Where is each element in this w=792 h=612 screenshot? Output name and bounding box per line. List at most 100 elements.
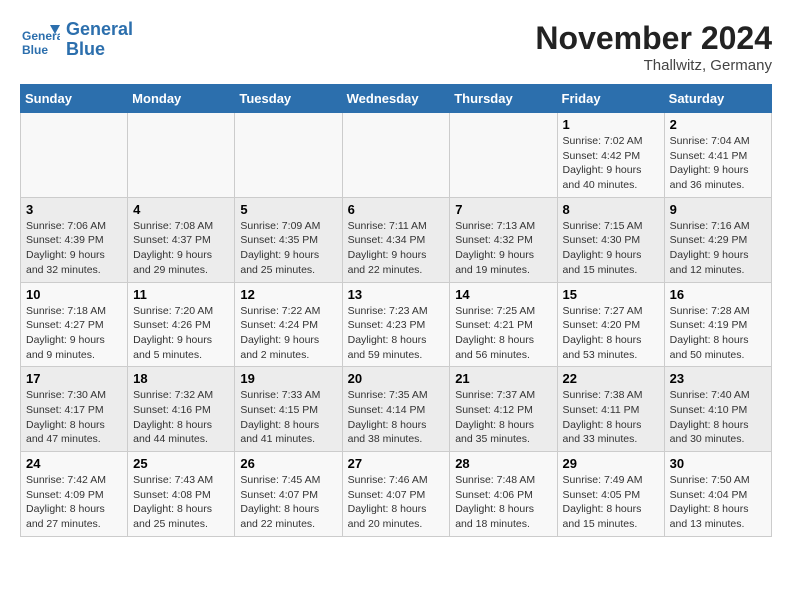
day-number: 11	[133, 287, 229, 302]
month-title: November 2024	[535, 20, 772, 57]
day-info: Sunrise: 7:02 AM Sunset: 4:42 PM Dayligh…	[563, 134, 659, 193]
weekday-header-row: SundayMondayTuesdayWednesdayThursdayFrid…	[21, 85, 772, 113]
calendar-cell-4-1: 25Sunrise: 7:43 AM Sunset: 4:08 PM Dayli…	[128, 452, 235, 537]
calendar-cell-3-6: 23Sunrise: 7:40 AM Sunset: 4:10 PM Dayli…	[664, 367, 771, 452]
day-info: Sunrise: 7:06 AM Sunset: 4:39 PM Dayligh…	[26, 219, 122, 278]
weekday-header-tuesday: Tuesday	[235, 85, 342, 113]
calendar-cell-2-3: 13 Sunrise: 7:23 AM Sunset: 4:23 PM Dayli…	[342, 282, 450, 367]
day-info: Sunrise: 7:37 AM Sunset: 4:12 PM Dayligh…	[455, 388, 551, 447]
day-info: Sunrise: 7:04 AM Sunset: 4:41 PM Dayligh…	[670, 134, 766, 193]
logo-icon: General Blue	[20, 20, 60, 60]
day-info: Sunrise: 7:18 AM Sunset: 4:27 PM Dayligh…	[26, 304, 122, 363]
week-row-1: 3 Sunrise: 7:06 AM Sunset: 4:39 PM Daylig…	[21, 197, 772, 282]
calendar-cell-2-6: 16Sunrise: 7:28 AM Sunset: 4:19 PM Dayli…	[664, 282, 771, 367]
calendar-cell-4-5: 29Sunrise: 7:49 AM Sunset: 4:05 PM Dayli…	[557, 452, 664, 537]
day-number: 28	[455, 456, 551, 471]
calendar-cell-2-1: 11 Sunrise: 7:20 AM Sunset: 4:26 PM Dayli…	[128, 282, 235, 367]
calendar-cell-0-2	[235, 113, 342, 198]
day-info: Sunrise: 7:27 AM Sunset: 4:20 PM Dayligh…	[563, 304, 659, 363]
day-info: Sunrise: 7:32 AM Sunset: 4:16 PM Dayligh…	[133, 388, 229, 447]
day-info: Sunrise: 7:22 AM Sunset: 4:24 PM Dayligh…	[240, 304, 336, 363]
day-number: 17	[26, 371, 122, 386]
day-info: Sunrise: 7:08 AM Sunset: 4:37 PM Dayligh…	[133, 219, 229, 278]
calendar-cell-0-3	[342, 113, 450, 198]
day-number: 3	[26, 202, 122, 217]
weekday-header-monday: Monday	[128, 85, 235, 113]
week-row-3: 17 Sunrise: 7:30 AM Sunset: 4:17 PM Dayli…	[21, 367, 772, 452]
svg-text:Blue: Blue	[22, 43, 48, 57]
day-info: Sunrise: 7:49 AM Sunset: 4:05 PM Dayligh…	[563, 473, 659, 532]
day-number: 15	[563, 287, 659, 302]
calendar-cell-2-2: 12 Sunrise: 7:22 AM Sunset: 4:24 PM Dayli…	[235, 282, 342, 367]
logo: General Blue General Blue	[20, 20, 133, 60]
day-number: 12	[240, 287, 336, 302]
calendar-cell-3-0: 17 Sunrise: 7:30 AM Sunset: 4:17 PM Dayli…	[21, 367, 128, 452]
calendar-cell-2-0: 10Sunrise: 7:18 AM Sunset: 4:27 PM Dayli…	[21, 282, 128, 367]
calendar-cell-1-0: 3 Sunrise: 7:06 AM Sunset: 4:39 PM Daylig…	[21, 197, 128, 282]
calendar-cell-1-1: 4 Sunrise: 7:08 AM Sunset: 4:37 PM Daylig…	[128, 197, 235, 282]
calendar-cell-1-6: 9 Sunrise: 7:16 AM Sunset: 4:29 PM Daylig…	[664, 197, 771, 282]
weekday-header-saturday: Saturday	[664, 85, 771, 113]
day-number: 5	[240, 202, 336, 217]
day-info: Sunrise: 7:20 AM Sunset: 4:26 PM Dayligh…	[133, 304, 229, 363]
day-number: 13	[348, 287, 445, 302]
calendar-cell-0-0	[21, 113, 128, 198]
day-number: 7	[455, 202, 551, 217]
day-info: Sunrise: 7:38 AM Sunset: 4:11 PM Dayligh…	[563, 388, 659, 447]
day-info: Sunrise: 7:35 AM Sunset: 4:14 PM Dayligh…	[348, 388, 445, 447]
calendar-cell-1-4: 7 Sunrise: 7:13 AM Sunset: 4:32 PM Daylig…	[450, 197, 557, 282]
calendar-cell-3-5: 22 Sunrise: 7:38 AM Sunset: 4:11 PM Dayli…	[557, 367, 664, 452]
calendar-cell-0-1	[128, 113, 235, 198]
day-info: Sunrise: 7:30 AM Sunset: 4:17 PM Dayligh…	[26, 388, 122, 447]
day-number: 1	[563, 117, 659, 132]
calendar-cell-4-6: 30Sunrise: 7:50 AM Sunset: 4:04 PM Dayli…	[664, 452, 771, 537]
calendar-cell-1-3: 6 Sunrise: 7:11 AM Sunset: 4:34 PM Daylig…	[342, 197, 450, 282]
day-info: Sunrise: 7:40 AM Sunset: 4:10 PM Dayligh…	[670, 388, 766, 447]
day-info: Sunrise: 7:16 AM Sunset: 4:29 PM Dayligh…	[670, 219, 766, 278]
day-number: 8	[563, 202, 659, 217]
day-number: 6	[348, 202, 445, 217]
calendar-cell-3-4: 21 Sunrise: 7:37 AM Sunset: 4:12 PM Dayli…	[450, 367, 557, 452]
day-number: 20	[348, 371, 445, 386]
day-number: 19	[240, 371, 336, 386]
week-row-2: 10Sunrise: 7:18 AM Sunset: 4:27 PM Dayli…	[21, 282, 772, 367]
calendar-cell-2-4: 14Sunrise: 7:25 AM Sunset: 4:21 PM Dayli…	[450, 282, 557, 367]
day-number: 4	[133, 202, 229, 217]
day-number: 25	[133, 456, 229, 471]
calendar-cell-3-3: 20 Sunrise: 7:35 AM Sunset: 4:14 PM Dayli…	[342, 367, 450, 452]
day-info: Sunrise: 7:13 AM Sunset: 4:32 PM Dayligh…	[455, 219, 551, 278]
day-info: Sunrise: 7:11 AM Sunset: 4:34 PM Dayligh…	[348, 219, 445, 278]
day-info: Sunrise: 7:45 AM Sunset: 4:07 PM Dayligh…	[240, 473, 336, 532]
day-info: Sunrise: 7:28 AM Sunset: 4:19 PM Dayligh…	[670, 304, 766, 363]
day-number: 22	[563, 371, 659, 386]
week-row-0: 1 Sunrise: 7:02 AM Sunset: 4:42 PM Daylig…	[21, 113, 772, 198]
day-info: Sunrise: 7:48 AM Sunset: 4:06 PM Dayligh…	[455, 473, 551, 532]
weekday-header-wednesday: Wednesday	[342, 85, 450, 113]
calendar-cell-3-2: 19 Sunrise: 7:33 AM Sunset: 4:15 PM Dayli…	[235, 367, 342, 452]
day-info: Sunrise: 7:09 AM Sunset: 4:35 PM Dayligh…	[240, 219, 336, 278]
day-number: 26	[240, 456, 336, 471]
header: General Blue General Blue November 2024 …	[20, 20, 772, 74]
calendar-cell-4-4: 28 Sunrise: 7:48 AM Sunset: 4:06 PM Dayli…	[450, 452, 557, 537]
day-info: Sunrise: 7:15 AM Sunset: 4:30 PM Dayligh…	[563, 219, 659, 278]
calendar-cell-0-5: 1 Sunrise: 7:02 AM Sunset: 4:42 PM Daylig…	[557, 113, 664, 198]
calendar-body: 1 Sunrise: 7:02 AM Sunset: 4:42 PM Daylig…	[21, 113, 772, 537]
day-number: 9	[670, 202, 766, 217]
day-info: Sunrise: 7:23 AM Sunset: 4:23 PM Dayligh…	[348, 304, 445, 363]
day-info: Sunrise: 7:42 AM Sunset: 4:09 PM Dayligh…	[26, 473, 122, 532]
weekday-header-thursday: Thursday	[450, 85, 557, 113]
logo-text: General Blue	[66, 20, 133, 60]
day-info: Sunrise: 7:33 AM Sunset: 4:15 PM Dayligh…	[240, 388, 336, 447]
day-number: 21	[455, 371, 551, 386]
day-number: 30	[670, 456, 766, 471]
location: Thallwitz, Germany	[535, 57, 772, 74]
calendar-cell-4-0: 24 Sunrise: 7:42 AM Sunset: 4:09 PM Dayli…	[21, 452, 128, 537]
calendar-cell-0-6: 2 Sunrise: 7:04 AM Sunset: 4:41 PM Daylig…	[664, 113, 771, 198]
calendar-cell-1-5: 8 Sunrise: 7:15 AM Sunset: 4:30 PM Daylig…	[557, 197, 664, 282]
week-row-4: 24 Sunrise: 7:42 AM Sunset: 4:09 PM Dayli…	[21, 452, 772, 537]
day-number: 2	[670, 117, 766, 132]
calendar-cell-4-3: 27Sunrise: 7:46 AM Sunset: 4:07 PM Dayli…	[342, 452, 450, 537]
calendar-table: SundayMondayTuesdayWednesdayThursdayFrid…	[20, 84, 772, 537]
day-number: 24	[26, 456, 122, 471]
calendar-cell-4-2: 26 Sunrise: 7:45 AM Sunset: 4:07 PM Dayli…	[235, 452, 342, 537]
